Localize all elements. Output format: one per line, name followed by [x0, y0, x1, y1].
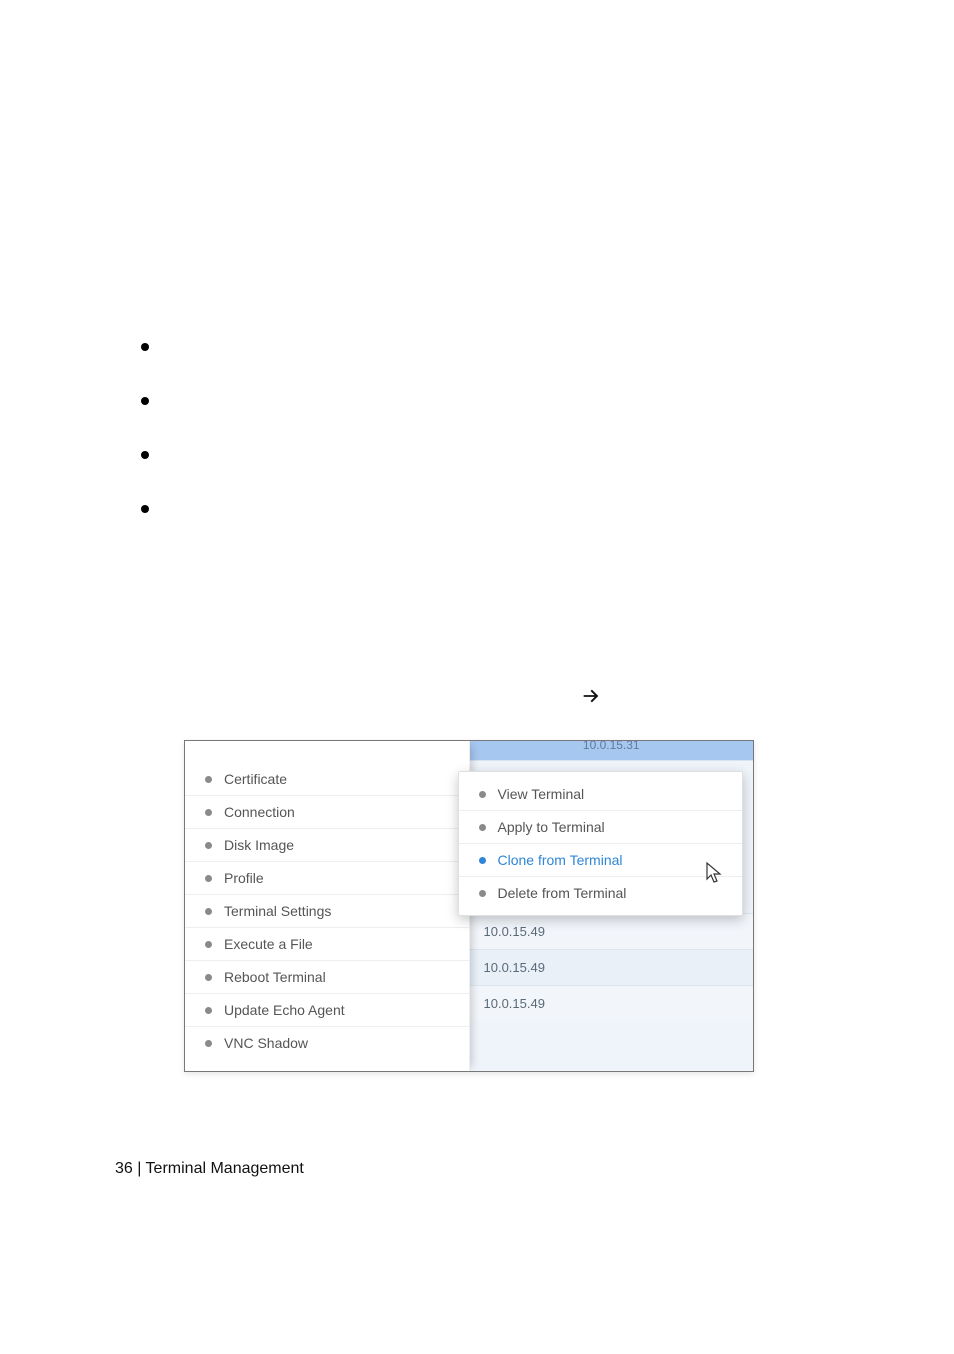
submenu-item-apply-to-terminal[interactable]: Apply to Terminal: [459, 810, 743, 841]
document-page: Certificate Connection Disk Image Profil…: [0, 0, 954, 1354]
menu-label: Terminal Settings: [224, 903, 331, 919]
ip-header-text: 10.0.15.31: [583, 741, 640, 753]
menu-label: Update Echo Agent: [224, 1002, 345, 1018]
submenu-label: View Terminal: [498, 786, 585, 802]
submenu-item-clone-from-terminal[interactable]: Clone from Terminal: [459, 843, 743, 874]
menu-label: Reboot Terminal: [224, 969, 326, 985]
menu-item-profile[interactable]: Profile: [185, 861, 469, 892]
bullet-icon: [205, 809, 212, 816]
row-ip: 10.0.15.49: [484, 960, 545, 975]
submenu-label: Apply to Terminal: [498, 819, 605, 835]
table-row[interactable]: 10.0.15.49: [470, 913, 754, 949]
bullet-icon: [479, 890, 486, 897]
submenu-item-view-terminal[interactable]: View Terminal: [459, 780, 743, 808]
menu-label: Profile: [224, 870, 264, 886]
menu-item-vnc-shadow[interactable]: VNC Shadow: [185, 1026, 469, 1057]
bullet-item: [135, 443, 835, 465]
menu-label: Connection: [224, 804, 295, 820]
bullet-icon: [205, 908, 212, 915]
submenu-popup[interactable]: View Terminal Apply to Terminal Clone fr…: [458, 771, 744, 916]
row-ip: 10.0.15.49: [484, 924, 545, 939]
footer-text: 36 | Terminal Management: [115, 1160, 304, 1177]
right-panel: 10.0.15.31 View Terminal Apply to Termin…: [470, 741, 754, 1071]
bullet-icon: [205, 1040, 212, 1047]
table-rows: 10.0.15.49 10.0.15.49 10.0.15.49: [470, 913, 754, 1021]
ip-header: 10.0.15.31: [470, 741, 754, 761]
page-footer: 36 | Terminal Management: [115, 1160, 304, 1178]
bullet-icon: [205, 842, 212, 849]
menu-item-reboot-terminal[interactable]: Reboot Terminal: [185, 960, 469, 991]
menu-label: VNC Shadow: [224, 1035, 308, 1051]
body-content: [135, 335, 835, 551]
menu-label: Execute a File: [224, 936, 313, 952]
bullet-item: [135, 497, 835, 519]
bullet-icon: [205, 776, 212, 783]
context-menu[interactable]: Certificate Connection Disk Image Profil…: [185, 741, 470, 1071]
bullet-icon: [205, 941, 212, 948]
table-row[interactable]: 10.0.15.49: [470, 949, 754, 985]
bullet-list: [135, 335, 835, 519]
menu-item-terminal-settings[interactable]: Terminal Settings: [185, 894, 469, 925]
bullet-icon: [205, 875, 212, 882]
arrow-right-icon: [580, 685, 602, 707]
menu-item-certificate[interactable]: Certificate: [185, 765, 469, 793]
submenu-label: Delete from Terminal: [498, 885, 627, 901]
menu-item-disk-image[interactable]: Disk Image: [185, 828, 469, 859]
embedded-screenshot: Certificate Connection Disk Image Profil…: [184, 740, 754, 1072]
bullet-icon: [479, 857, 486, 864]
bullet-icon: [479, 791, 486, 798]
menu-label: Certificate: [224, 771, 287, 787]
menu-item-update-echo-agent[interactable]: Update Echo Agent: [185, 993, 469, 1024]
cursor-icon: [705, 861, 725, 883]
menu-item-execute-file[interactable]: Execute a File: [185, 927, 469, 958]
bullet-icon: [205, 974, 212, 981]
submenu-label: Clone from Terminal: [498, 852, 623, 868]
bullet-icon: [205, 1007, 212, 1014]
bullet-icon: [479, 824, 486, 831]
row-ip: 10.0.15.49: [484, 996, 545, 1011]
bullet-item: [135, 335, 835, 357]
bullet-item: [135, 389, 835, 411]
menu-item-connection[interactable]: Connection: [185, 795, 469, 826]
table-row[interactable]: 10.0.15.49: [470, 985, 754, 1021]
submenu-item-delete-from-terminal[interactable]: Delete from Terminal: [459, 876, 743, 907]
menu-label: Disk Image: [224, 837, 294, 853]
